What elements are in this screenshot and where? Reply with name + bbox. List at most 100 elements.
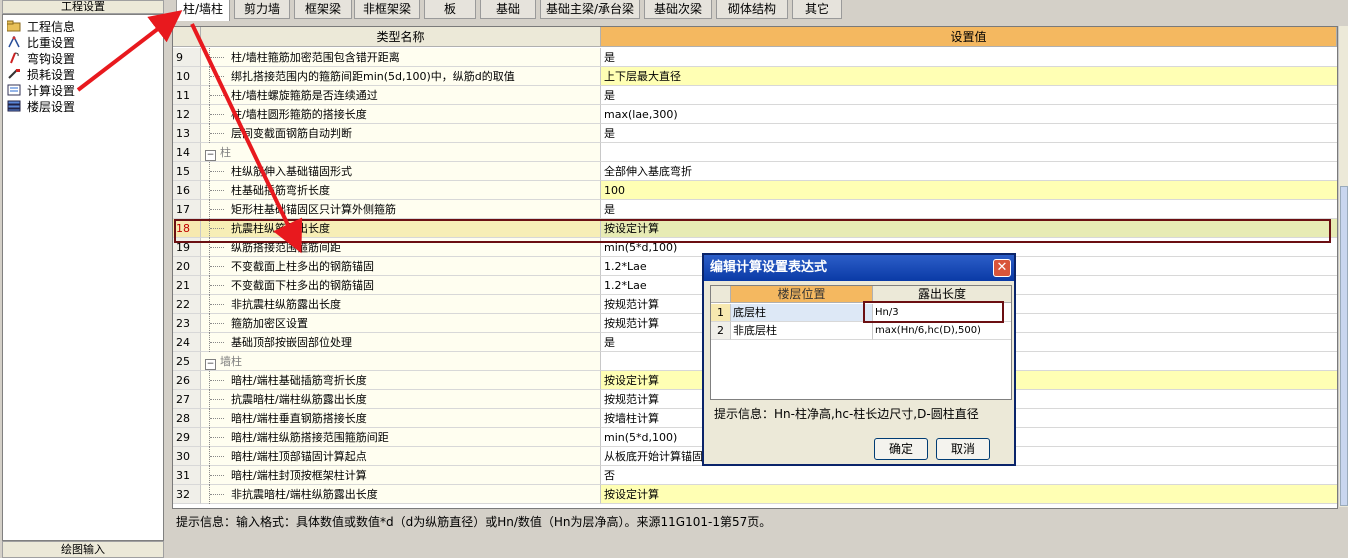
table-row[interactable]: 10 绑扎搭接范围内的箍筋间距min(5d,100)中，纵筋d的取值 上下层最大直径 — [173, 67, 1337, 86]
group-label: 墙柱 — [220, 355, 242, 368]
table-row[interactable]: 12 柱/墙柱圆形箍筋的搭接长度 max(lae,300) — [173, 105, 1337, 124]
type-name-label: 暗柱/端柱顶部锚固计算起点 — [231, 450, 367, 463]
tree-item-weight-settings[interactable]: 比重设置 — [7, 35, 75, 51]
row-number: 18 — [173, 219, 201, 238]
type-name-label: 纵筋搭接范围箍筋间距 — [231, 241, 341, 254]
vertical-scrollbar[interactable] — [1338, 26, 1348, 507]
group-row[interactable]: 14− 柱 — [173, 143, 1337, 162]
tree-item-project-info[interactable]: 工程信息 — [6, 19, 75, 35]
table-row[interactable]: 17 矩形柱基础锚固区只计算外侧箍筋 是 — [173, 200, 1337, 219]
dialog-row[interactable]: 2 非底层柱 max(Hn/6,hc(D),500) — [711, 322, 1011, 340]
type-name-label: 柱/墙柱螺旋箍筋是否连续通过 — [231, 89, 378, 102]
setting-value-cell[interactable] — [601, 143, 1337, 162]
type-name-cell: 矩形柱基础锚固区只计算外侧箍筋 — [201, 200, 601, 219]
edit-expression-dialog: 编辑计算设置表达式 ✕ 楼层位置 露出长度 1 底层柱 Hn/3 2 非底层柱 … — [702, 253, 1016, 466]
table-row[interactable]: 18 抗震柱纵筋露出长度 按设定计算 — [173, 219, 1337, 238]
dialog-header-position: 楼层位置 — [731, 286, 873, 303]
row-number: 13 — [173, 124, 201, 143]
ok-button[interactable]: 确定 — [874, 438, 928, 460]
setting-value-cell[interactable]: 是 — [601, 48, 1337, 67]
tab-masonry[interactable]: 砌体结构 — [716, 0, 788, 19]
tree-item-floor-settings[interactable]: 楼层设置 — [7, 99, 75, 115]
table-row[interactable]: 9 柱/墙柱箍筋加密范围包含错开距离 是 — [173, 48, 1337, 67]
tree-connector — [209, 390, 231, 409]
table-row[interactable]: 16 柱基础插筋弯折长度 100 — [173, 181, 1337, 200]
tab-nonframe-beam[interactable]: 非框架梁 — [354, 0, 420, 19]
table-row[interactable]: 13 层间变截面钢筋自动判断 是 — [173, 124, 1337, 143]
tree-connector — [209, 371, 231, 390]
collapse-icon[interactable]: − — [205, 359, 216, 370]
tree-connector — [209, 181, 231, 200]
type-name-cell: 暗柱/端柱封顶按框架柱计算 — [201, 466, 601, 485]
header-type-name: 类型名称 — [201, 27, 601, 47]
tab-slab[interactable]: 板 — [424, 0, 476, 19]
table-row[interactable]: 11 柱/墙柱螺旋箍筋是否连续通过 是 — [173, 86, 1337, 105]
cancel-button[interactable]: 取消 — [936, 438, 990, 460]
row-number: 21 — [173, 276, 201, 295]
setting-value-cell[interactable]: 是 — [601, 124, 1337, 143]
floor-stack-icon — [7, 100, 21, 112]
row-number: 9 — [173, 48, 201, 67]
row-number: 11 — [173, 86, 201, 105]
tree-item-hook-settings[interactable]: 弯钩设置 — [7, 51, 75, 67]
row-number: 10 — [173, 67, 201, 86]
type-name-cell: 非抗震暗柱/端柱纵筋露出长度 — [201, 485, 601, 504]
setting-value-cell[interactable]: 按设定计算 — [601, 219, 1337, 238]
collapse-icon[interactable]: − — [205, 150, 216, 161]
type-name-label: 暗柱/端柱纵筋搭接范围箍筋间距 — [231, 431, 389, 444]
dialog-title: 编辑计算设置表达式 — [704, 255, 1014, 281]
type-name-label: 非抗震柱纵筋露出长度 — [231, 298, 341, 311]
tree-connector — [209, 409, 231, 428]
status-hint: 提示信息：输入格式：具体数值或数值*d（d为纵筋直径）或Hn/数值（Hn为层净高… — [176, 515, 772, 529]
setting-value-cell[interactable]: 按设定计算 — [601, 485, 1337, 504]
tree-item-calc-settings[interactable]: 计算设置 — [7, 83, 75, 99]
tab-other[interactable]: 其它 — [792, 0, 842, 19]
setting-value-cell[interactable]: 否 — [601, 466, 1337, 485]
tree-connector — [209, 48, 231, 67]
tree-connector — [209, 295, 231, 314]
dialog-header-corner — [711, 286, 731, 303]
setting-value-cell[interactable]: 是 — [601, 86, 1337, 105]
type-name-cell: 非抗震柱纵筋露出长度 — [201, 295, 601, 314]
type-name-cell: 暗柱/端柱纵筋搭接范围箍筋间距 — [201, 428, 601, 447]
type-name-label: 柱/墙柱圆形箍筋的搭接长度 — [231, 108, 367, 121]
tab-foundation-secondary-beam[interactable]: 基础次梁 — [644, 0, 712, 19]
table-row[interactable]: 32 非抗震暗柱/端柱纵筋露出长度 按设定计算 — [173, 485, 1337, 504]
row-number: 16 — [173, 181, 201, 200]
type-name-cell: 抗震柱纵筋露出长度 — [201, 219, 601, 238]
type-name-label: 柱/墙柱箍筋加密范围包含错开距离 — [231, 51, 400, 64]
left-panel-footer-tab[interactable]: 绘图输入 — [2, 541, 164, 558]
tree-connector — [209, 257, 231, 276]
tab-foundation[interactable]: 基础 — [480, 0, 536, 19]
table-row[interactable]: 15 柱纵筋伸入基础锚固形式 全部伸入基底弯折 — [173, 162, 1337, 181]
tab-shear-wall[interactable]: 剪力墙 — [234, 0, 290, 19]
tree-connector — [209, 447, 231, 466]
close-icon[interactable]: ✕ — [993, 259, 1011, 277]
loss-icon — [7, 68, 21, 80]
type-name-cell: 暗柱/端柱垂直钢筋搭接长度 — [201, 409, 601, 428]
setting-value-cell[interactable]: 是 — [601, 200, 1337, 219]
type-name-cell: − 墙柱 — [201, 352, 601, 371]
row-number: 23 — [173, 314, 201, 333]
setting-value-cell[interactable]: max(lae,300) — [601, 105, 1337, 124]
setting-value-cell[interactable]: 全部伸入基底弯折 — [601, 162, 1337, 181]
type-name-cell: 基础顶部按嵌固部位处理 — [201, 333, 601, 352]
type-name-cell: 柱/墙柱圆形箍筋的搭接长度 — [201, 105, 601, 124]
type-name-label: 柱基础插筋弯折长度 — [231, 184, 330, 197]
settings-tree: 工程信息 比重设置 弯钩设置 损耗设置 计算设置 楼层设置 — [2, 14, 164, 541]
tree-connector — [209, 86, 231, 105]
tab-foundation-main-beam[interactable]: 基础主梁/承台梁 — [540, 0, 640, 19]
scrollbar-thumb[interactable] — [1340, 186, 1348, 506]
tab-column-wallcolumn[interactable]: 柱/墙柱 — [176, 0, 230, 21]
table-row[interactable]: 31 暗柱/端柱封顶按框架柱计算 否 — [173, 466, 1337, 485]
row-number: 22 — [173, 295, 201, 314]
tree-connector — [209, 200, 231, 219]
type-name-label: 矩形柱基础锚固区只计算外侧箍筋 — [231, 203, 396, 216]
type-name-label: 层间变截面钢筋自动判断 — [231, 127, 352, 140]
tab-frame-beam[interactable]: 框架梁 — [294, 0, 352, 19]
setting-value-cell[interactable]: 100 — [601, 181, 1337, 200]
tree-item-loss-settings[interactable]: 损耗设置 — [7, 67, 75, 83]
length-input[interactable]: max(Hn/6,hc(D),500) — [873, 322, 1011, 340]
setting-value-cell[interactable]: 上下层最大直径 — [601, 67, 1337, 86]
type-name-cell: 箍筋加密区设置 — [201, 314, 601, 333]
